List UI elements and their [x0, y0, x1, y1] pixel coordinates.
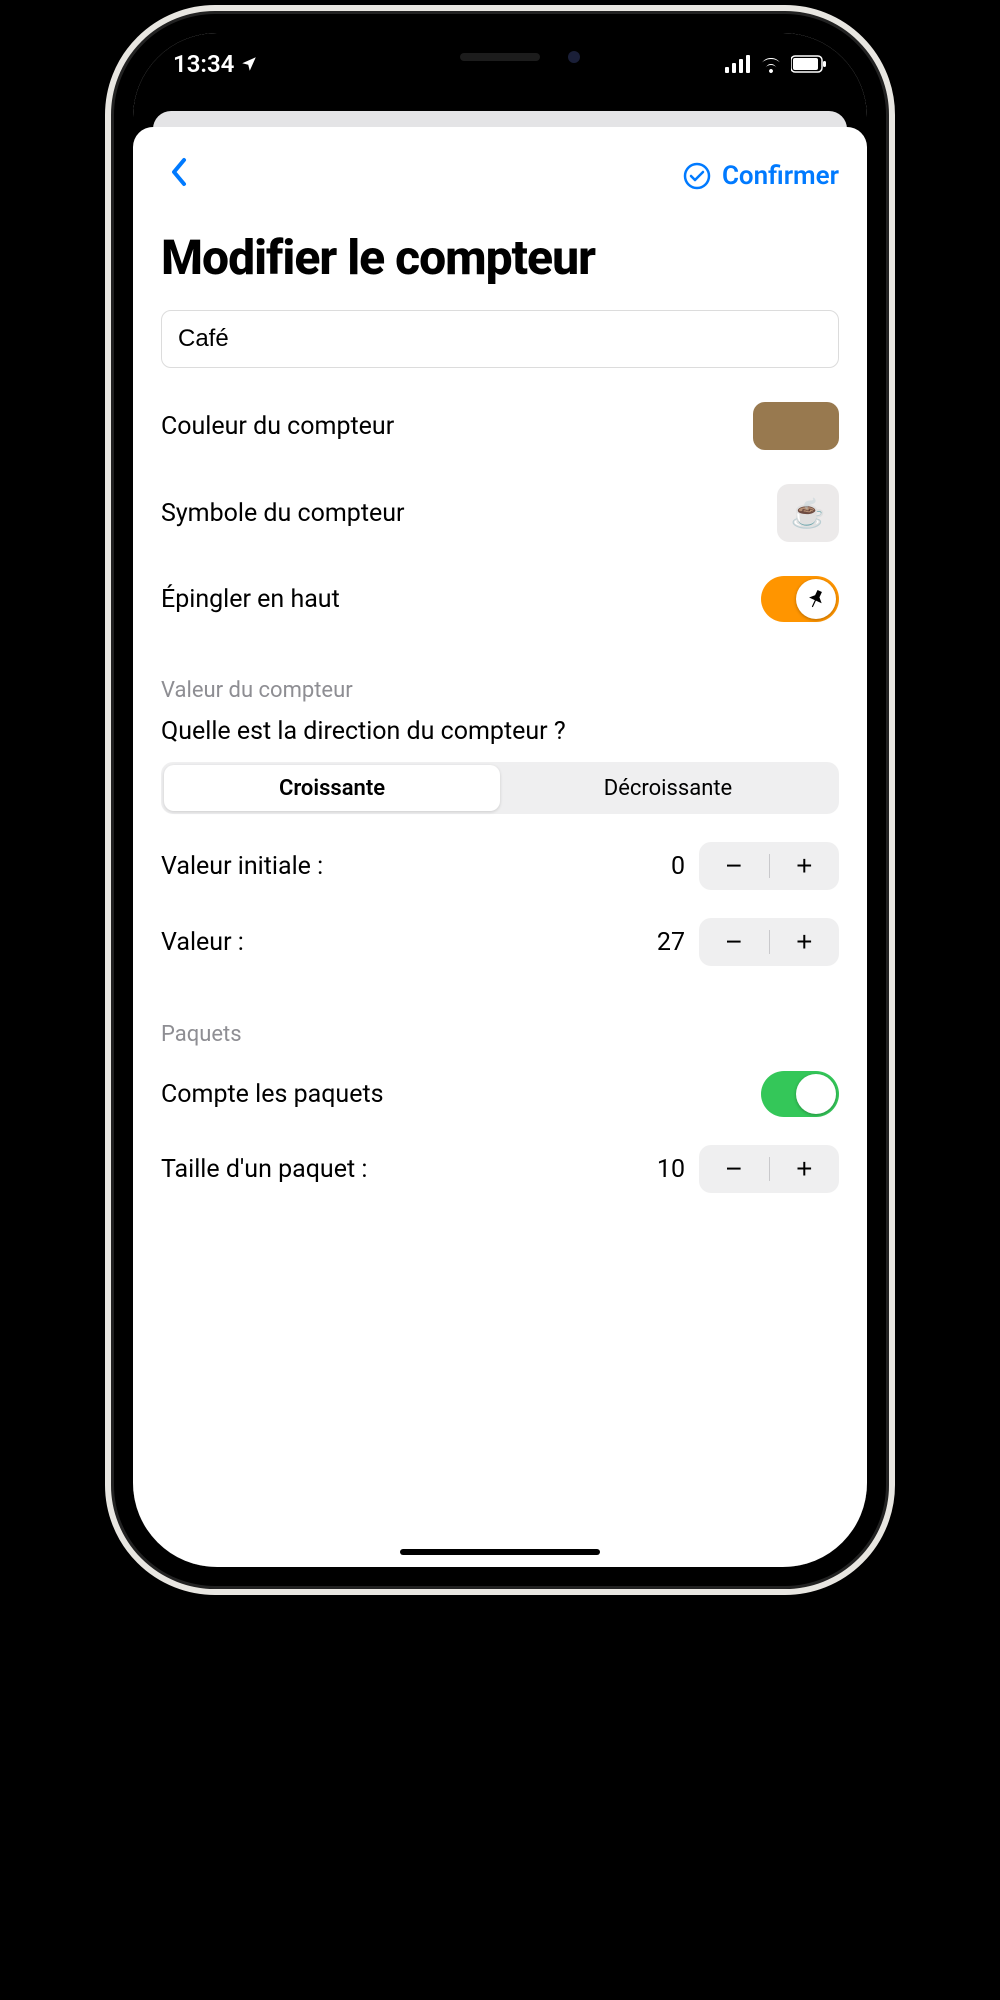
count-packets-toggle[interactable]	[761, 1071, 839, 1117]
count-packets-label: Compte les paquets	[161, 1080, 384, 1109]
status-time: 13:34	[173, 50, 234, 78]
initial-value-row: Valeur initiale : 0 − +	[161, 842, 839, 890]
packet-size-increment[interactable]: +	[770, 1145, 840, 1193]
coffee-cup-icon: ☕	[791, 497, 826, 530]
color-swatch[interactable]	[753, 402, 839, 450]
color-label: Couleur du compteur	[161, 412, 394, 441]
initial-value-label: Valeur initiale :	[161, 852, 323, 881]
current-value-label: Valeur :	[161, 928, 244, 957]
pin-icon	[805, 588, 827, 610]
toggle-knob	[796, 1074, 836, 1114]
sheet-stack: Confirmer Modifier le compteur Couleur d…	[133, 95, 867, 1567]
pin-label: Épingler en haut	[161, 585, 340, 614]
value-section-header: Valeur du compteur	[161, 678, 839, 703]
pin-row: Épingler en haut	[161, 576, 839, 622]
page-title: Modifier le compteur	[161, 229, 839, 286]
nav-bar: Confirmer	[161, 151, 839, 201]
symbol-row[interactable]: Symbole du compteur ☕	[161, 484, 839, 542]
current-value-stepper: − +	[699, 918, 839, 966]
packets-section-header: Paquets	[161, 1022, 839, 1047]
direction-segmented-control[interactable]: Croissante Décroissante	[161, 762, 839, 814]
packet-size-label: Taille d'un paquet :	[161, 1155, 367, 1184]
chevron-left-icon	[169, 157, 187, 187]
confirm-button[interactable]: Confirmer	[682, 161, 839, 191]
screen: 13:34 Confirmer	[133, 33, 867, 1567]
toggle-knob	[796, 579, 836, 619]
current-value-display: 27	[657, 928, 685, 957]
home-indicator[interactable]	[400, 1549, 600, 1555]
segment-descending[interactable]: Décroissante	[500, 765, 836, 811]
initial-value-display: 0	[671, 852, 685, 881]
packet-size-row: Taille d'un paquet : 10 − +	[161, 1145, 839, 1193]
segment-ascending[interactable]: Croissante	[164, 765, 500, 811]
location-icon	[240, 55, 258, 73]
cellular-icon	[725, 55, 751, 73]
battery-icon	[791, 55, 827, 73]
wifi-icon	[759, 55, 783, 73]
color-row[interactable]: Couleur du compteur	[161, 402, 839, 450]
current-value-decrement[interactable]: −	[699, 918, 769, 966]
device-frame: 13:34 Confirmer	[105, 5, 895, 1595]
initial-value-stepper: − +	[699, 842, 839, 890]
notch	[345, 33, 655, 81]
count-packets-row: Compte les paquets	[161, 1071, 839, 1117]
modal-sheet: Confirmer Modifier le compteur Couleur d…	[133, 127, 867, 1567]
pin-toggle[interactable]	[761, 576, 839, 622]
back-button[interactable]	[161, 152, 195, 200]
symbol-label: Symbole du compteur	[161, 499, 405, 528]
packet-size-decrement[interactable]: −	[699, 1145, 769, 1193]
counter-name-input[interactable]	[161, 310, 839, 368]
initial-value-increment[interactable]: +	[770, 842, 840, 890]
packet-size-display: 10	[657, 1155, 685, 1184]
symbol-picker[interactable]: ☕	[777, 484, 839, 542]
confirm-label: Confirmer	[722, 161, 839, 191]
packet-size-stepper: − +	[699, 1145, 839, 1193]
initial-value-decrement[interactable]: −	[699, 842, 769, 890]
direction-question: Quelle est la direction du compteur ?	[161, 717, 839, 746]
checkmark-circle-icon	[682, 161, 712, 191]
current-value-row: Valeur : 27 − +	[161, 918, 839, 966]
current-value-increment[interactable]: +	[770, 918, 840, 966]
